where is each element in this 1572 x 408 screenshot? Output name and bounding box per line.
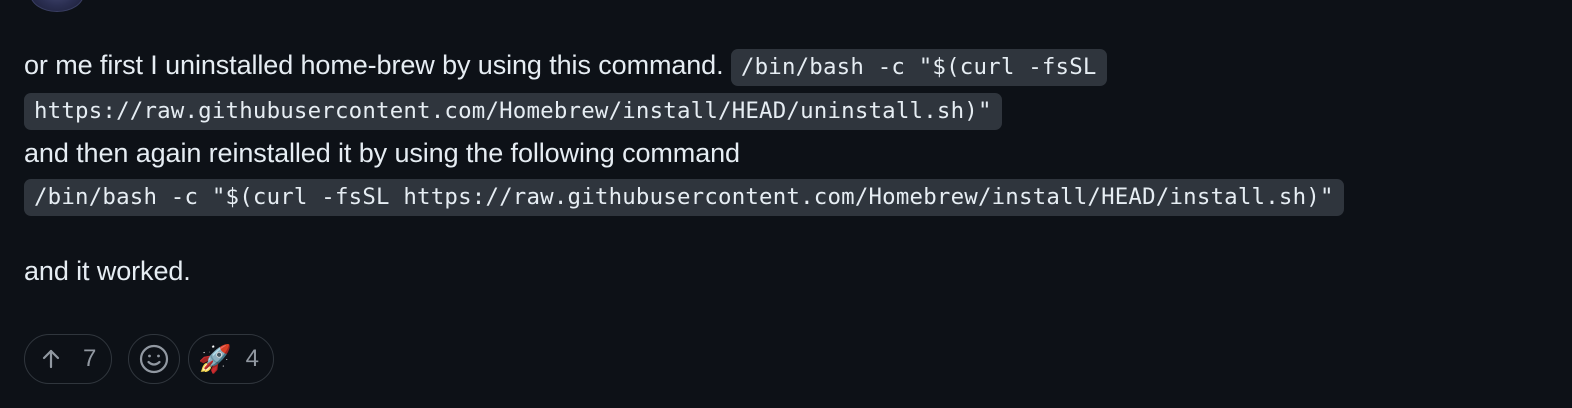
rocket-count: 4 <box>245 345 259 372</box>
comment-line-2: https://raw.githubusercontent.com/Homebr… <box>24 88 1544 132</box>
upvote-button[interactable]: 7 <box>24 334 112 384</box>
intro-text: or me first I uninstalled home-brew by u… <box>24 50 731 80</box>
install-command-code: /bin/bash -c "$(curl -fsSL https://raw.g… <box>24 179 1344 216</box>
author-avatar[interactable] <box>30 0 84 12</box>
uninstall-command-part1: /bin/bash -c "$(curl -fsSL <box>740 54 1097 80</box>
reactions-bar: 7 🚀 4 <box>24 334 274 384</box>
comment-line-install: /bin/bash -c "$(curl -fsSL https://raw.g… <box>24 174 1544 218</box>
arrow-up-icon <box>39 347 63 371</box>
rocket-reaction-button[interactable]: 🚀 4 <box>188 334 274 384</box>
closing-text: and it worked. <box>24 256 191 286</box>
rocket-icon: 🚀 <box>198 343 232 374</box>
uninstall-command-part2: https://raw.githubusercontent.com/Homebr… <box>34 98 992 124</box>
reinstall-text: and then again reinstalled it by using t… <box>24 138 740 168</box>
uninstall-command-code-continued: https://raw.githubusercontent.com/Homebr… <box>24 93 1002 130</box>
smiley-icon <box>138 343 170 375</box>
comment-body: or me first I uninstalled home-brew by u… <box>24 44 1544 292</box>
add-reaction-button[interactable] <box>128 334 180 384</box>
comment-line-1: or me first I uninstalled home-brew by u… <box>24 44 1544 88</box>
upvote-count: 7 <box>83 345 97 372</box>
uninstall-command-code: /bin/bash -c "$(curl -fsSL <box>730 49 1107 86</box>
comment-paragraph-uninstall: or me first I uninstalled home-brew by u… <box>24 44 1544 218</box>
